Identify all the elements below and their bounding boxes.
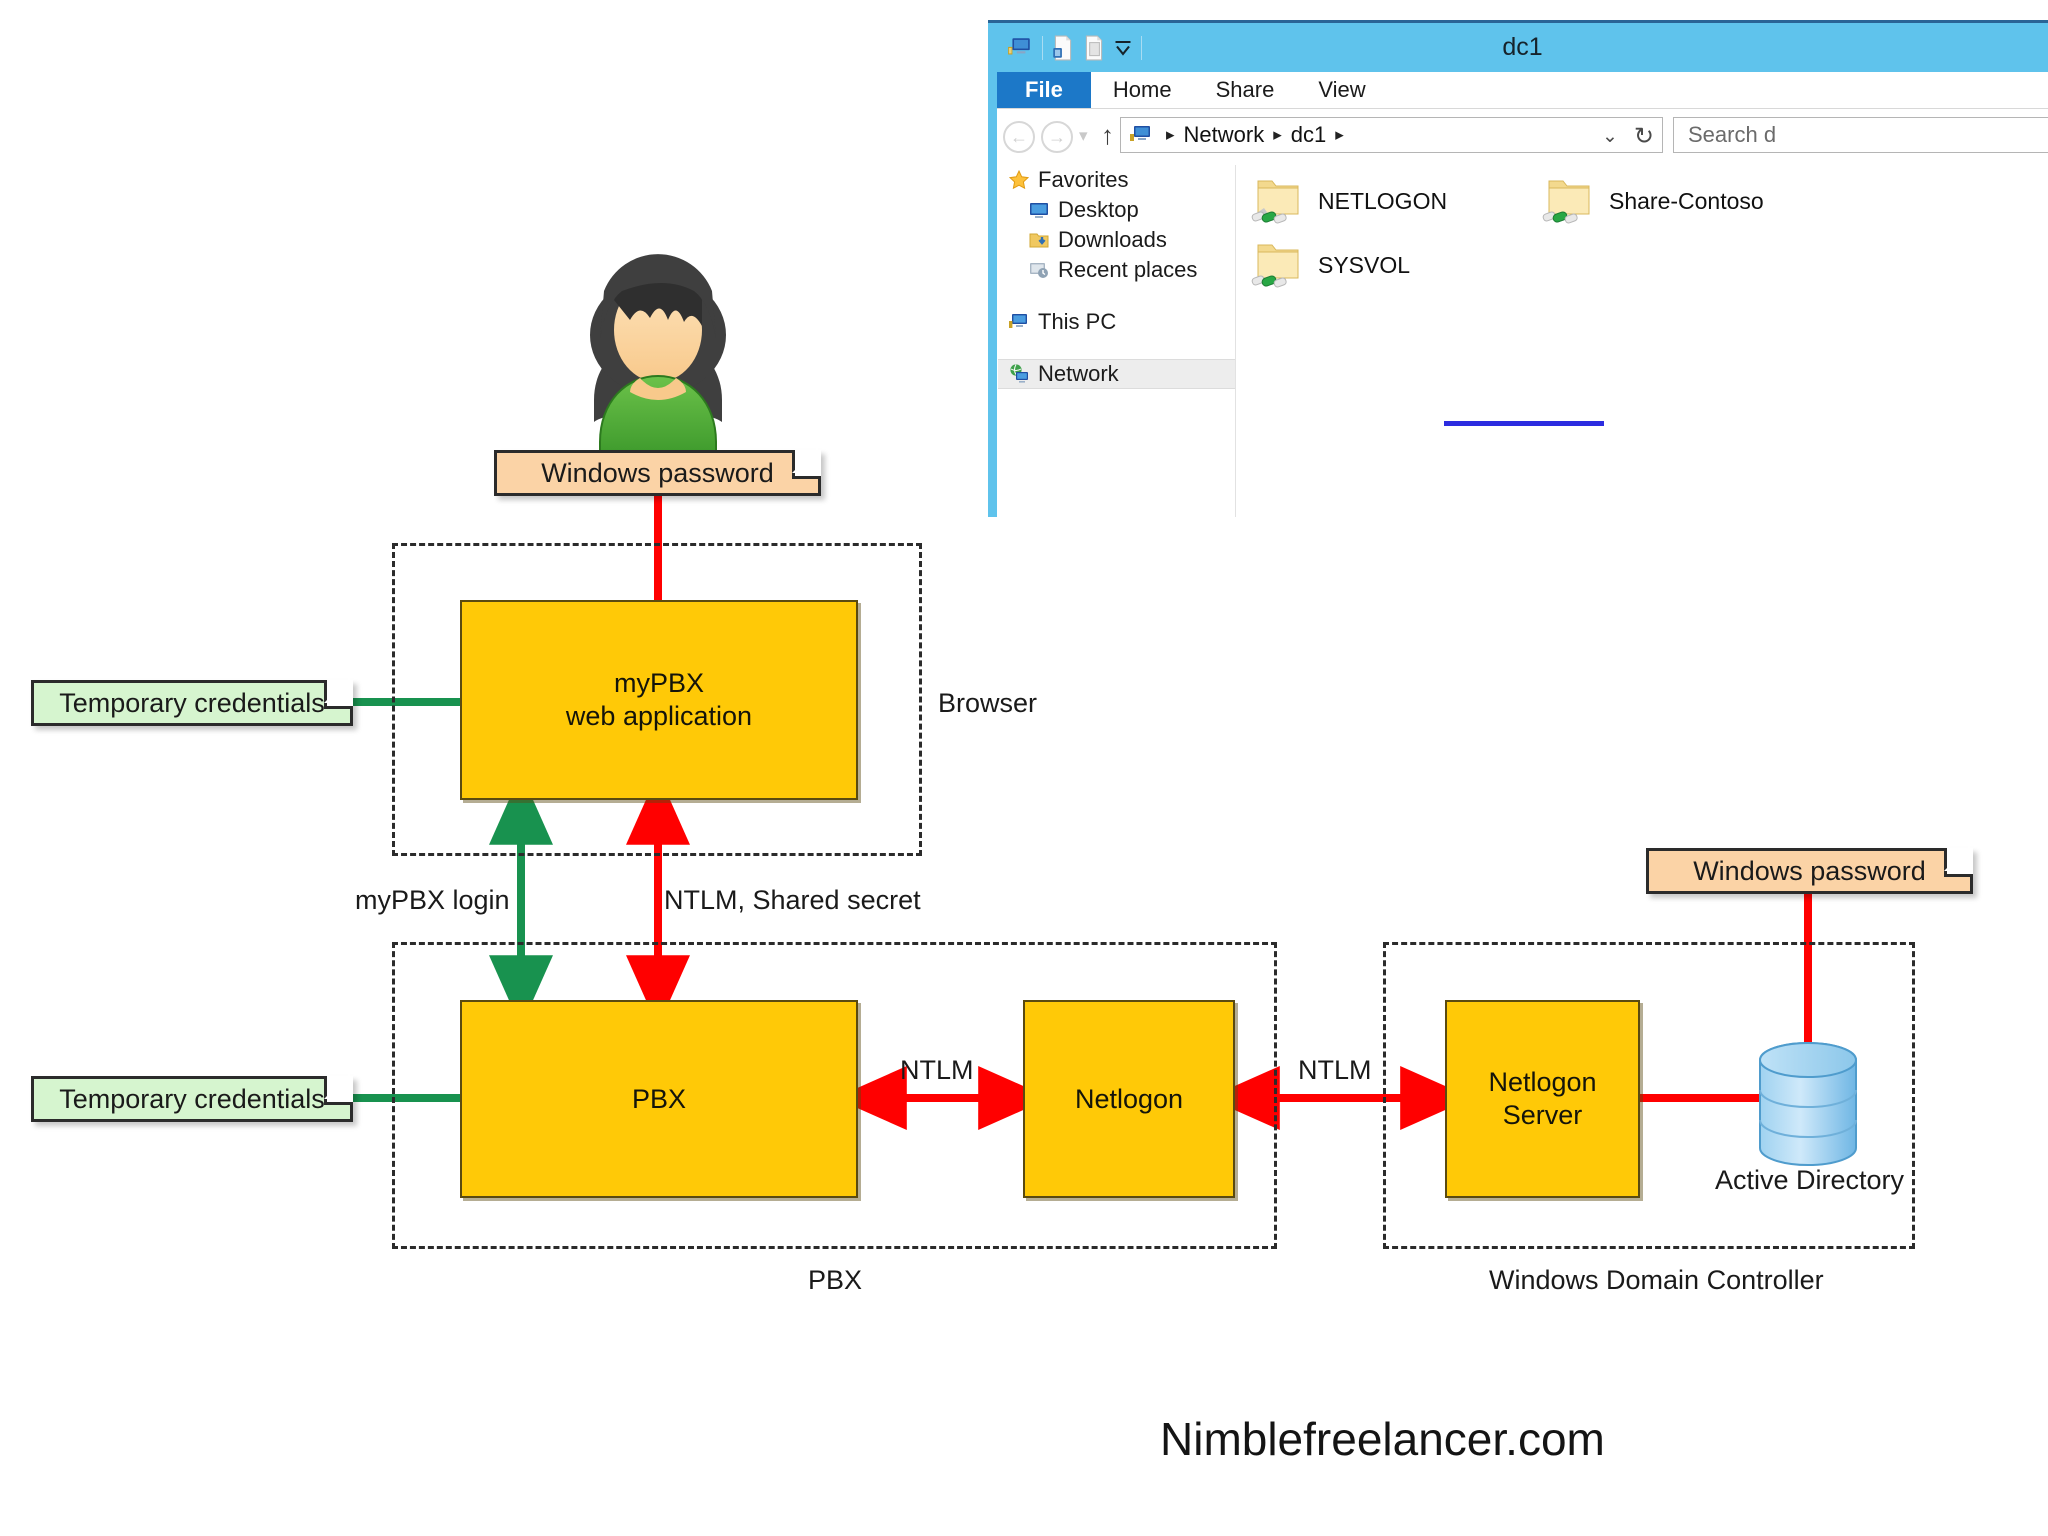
breadcrumb-network[interactable]: Network [1184,122,1265,148]
breadcrumb-dc1[interactable]: dc1 [1291,122,1326,148]
note-fold-corner [792,447,821,479]
network-icon [1010,364,1028,383]
nav-item-desktop[interactable]: Desktop [998,195,1235,225]
file-explorer-window[interactable]: dc1 File Home Share View ← → ▾ ↑ ▸ Netwo… [988,20,2048,517]
note-windows-password-ad-text: Windows password [1693,855,1926,886]
nav-item-this-pc[interactable]: This PC [998,307,1235,337]
node-mypbx-web-application[interactable]: myPBX web application [460,600,858,800]
shared-folder-icon [1542,180,1590,224]
file-item-sysvol-label: SYSVOL [1318,251,1411,278]
note-temporary-credentials-pbx: Temporary credentials [31,1073,353,1122]
chevron-down-icon[interactable] [1114,39,1132,57]
file-item-sysvol[interactable]: SYSVOL [1250,239,1410,291]
note-fold-corner [324,1073,353,1105]
note-fold-corner [324,677,353,709]
group-browser-caption: Browser [938,688,1038,718]
annotation-underline [1444,421,1604,426]
address-breadcrumb-bar[interactable]: ▸ Network ▸ dc1 ▸ ⌄ ↻ [1120,117,1663,153]
recent-places-icon [1030,263,1048,278]
edge-label-ntlm-pbx-netlogon: NTLM [900,1055,974,1085]
toolbar-separator [1141,36,1142,60]
toolbar-separator [1042,36,1043,60]
active-directory-label: Active Directory [1715,1165,1905,1195]
nav-item-downloads-label: Downloads [1058,227,1167,252]
note-windows-password-user: Windows password [494,447,821,496]
nav-item-network[interactable]: Network [998,359,1235,389]
edge-label-ntlm-shared-secret: NTLM, Shared secret [664,885,921,915]
refresh-icon[interactable]: ↻ [1634,122,1654,151]
tab-home[interactable]: Home [1091,72,1194,108]
star-icon [1008,169,1030,190]
nav-item-this-pc-label: This PC [1038,309,1117,334]
this-pc-icon [1009,314,1027,328]
node-netlogon-server[interactable]: Netlogon Server [1445,1000,1640,1198]
shared-folder-icon [1251,180,1299,224]
nav-group-favorites[interactable]: Favorites [998,165,1235,195]
tab-share[interactable]: Share [1194,72,1297,108]
quick-access-toolbar[interactable] [1007,29,1142,67]
window-left-border [988,23,997,517]
nav-item-network-label: Network [1038,361,1119,386]
shared-folder-icon [1251,244,1299,288]
window-title-bar: dc1 [997,23,2048,72]
search-input[interactable]: Search d [1673,117,2048,153]
file-list-pane[interactable]: NETLOGON Share-Contoso SYSVOL [1236,165,2048,517]
properties-icon[interactable] [1052,35,1074,61]
new-folder-icon[interactable] [1083,35,1105,61]
file-item-netlogon-label: NETLOGON [1318,187,1448,214]
file-item-share-contoso-label: Share-Contoso [1609,187,1764,214]
note-fold-corner [1944,845,1973,877]
edge-label-mypbx-login: myPBX login [355,885,510,915]
edge-label-ntlm-netlogon-server: NTLM [1298,1055,1372,1085]
nav-item-desktop-label: Desktop [1058,197,1139,222]
tab-file[interactable]: File [997,72,1091,108]
address-bar-row[interactable]: ← → ▾ ↑ ▸ Network ▸ dc1 ▸ ⌄ ↻ Search d [997,112,2048,158]
node-pbx[interactable]: PBX [460,1000,858,1198]
address-history-dropdown-icon[interactable]: ⌄ [1602,125,1618,148]
network-computer-icon[interactable] [1007,35,1033,61]
downloads-icon [1029,233,1049,248]
nav-item-recent-places[interactable]: Recent places [998,255,1235,285]
note-temporary-credentials-browser: Temporary credentials [31,677,353,726]
node-netlogon[interactable]: Netlogon [1023,1000,1235,1198]
up-one-level-button[interactable]: ↑ [1101,120,1114,151]
note-temporary-credentials-browser-text: Temporary credentials [59,687,325,718]
breadcrumb-chevron-icon: ▸ [1273,125,1282,144]
forward-button[interactable]: → [1041,121,1073,153]
site-watermark: Nimblefreelancer.com [1160,1413,1605,1465]
nav-group-favorites-label: Favorites [1038,167,1129,192]
note-windows-password-user-text: Windows password [541,457,774,488]
tab-view[interactable]: View [1296,72,1387,108]
nav-item-downloads[interactable]: Downloads [998,225,1235,255]
user-avatar-icon [590,254,726,455]
window-title: dc1 [1502,33,1543,61]
ribbon-tabs[interactable]: File Home Share View [997,72,1388,108]
network-computer-icon [1130,126,1150,141]
file-item-share-contoso[interactable]: Share-Contoso [1541,175,1764,227]
note-windows-password-ad: Windows password [1646,845,1973,894]
breadcrumb-chevron-icon: ▸ [1335,125,1344,144]
back-button[interactable]: ← [1003,121,1035,153]
navigation-pane[interactable]: Favorites Desktop Downloads Recent place… [998,165,1236,517]
recent-locations-icon[interactable]: ▾ [1079,126,1088,146]
note-temporary-credentials-pbx-text: Temporary credentials [59,1083,325,1114]
group-wdc-caption: Windows Domain Controller [1489,1265,1824,1295]
breadcrumb-chevron-icon: ▸ [1166,125,1175,144]
desktop-icon [1030,203,1048,218]
nav-item-recent-places-label: Recent places [1058,257,1198,282]
file-item-netlogon[interactable]: NETLOGON [1250,175,1447,227]
group-pbx-caption: PBX [807,1265,863,1295]
